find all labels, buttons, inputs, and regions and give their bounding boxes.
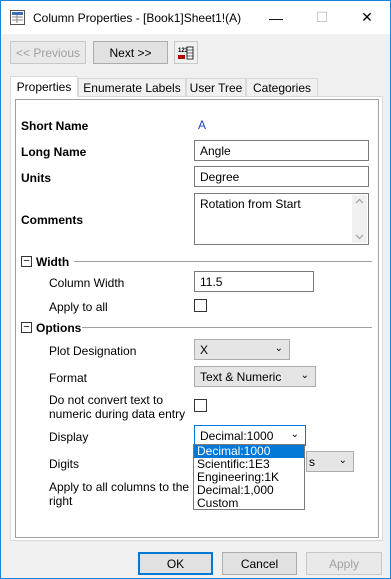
units-label: Units <box>21 171 51 185</box>
display-dropdown-list: Decimal:1000 Scientific:1E3 Engineering:… <box>193 444 305 510</box>
cancel-button[interactable]: Cancel <box>222 552 297 575</box>
window-title: Column Properties - [Book1]Sheet1!(A) <box>33 11 242 25</box>
plot-designation-select[interactable]: X ⌄ <box>194 339 290 360</box>
comments-scrollbar[interactable] <box>352 195 367 243</box>
no-convert-checkbox[interactable] <box>194 399 207 412</box>
tab-enumerate-labels[interactable]: Enumerate Labels <box>78 78 186 96</box>
comments-field[interactable]: Rotation from Start <box>194 193 369 245</box>
digits-label: Digits <box>49 457 80 471</box>
close-button[interactable]: ✕ <box>344 1 390 34</box>
format-label: Format <box>49 371 88 385</box>
chevron-down-icon: ⌄ <box>300 370 309 381</box>
apply-to-all-checkbox[interactable] <box>194 299 207 312</box>
no-convert-label-line2: numeric during data entry <box>49 407 186 421</box>
app-icon <box>10 10 25 25</box>
display-label: Display <box>49 430 89 444</box>
format-value: Text & Numeric <box>200 370 282 384</box>
short-name-label: Short Name <box>21 119 89 133</box>
units-field[interactable]: Degree <box>194 166 369 187</box>
apply-columns-label-line1: Apply to all columns to the <box>49 480 190 494</box>
apply-button[interactable]: Apply <box>306 552 382 575</box>
display-select[interactable]: Decimal:1000 ⌄ <box>194 425 306 446</box>
options-collapse-toggle[interactable]: − <box>21 322 32 333</box>
next-button[interactable]: Next >> <box>93 41 168 64</box>
options-section-divider <box>82 327 372 328</box>
tab-user-tree[interactable]: User Tree <box>186 78 246 96</box>
maximize-button[interactable]: ☐ <box>299 1 345 34</box>
width-section-divider <box>74 261 372 262</box>
tab-categories[interactable]: Categories <box>246 78 318 96</box>
long-name-field[interactable]: Angle <box>194 140 369 161</box>
scroll-arrows-icon <box>355 198 364 240</box>
format-select[interactable]: Text & Numeric ⌄ <box>194 366 316 387</box>
column-header-icon[interactable]: 123 <box>174 41 198 64</box>
plot-designation-value: X <box>200 343 209 357</box>
apply-to-all-label: Apply to all <box>49 300 108 314</box>
display-value: Decimal:1000 <box>200 429 274 443</box>
width-collapse-toggle[interactable]: − <box>21 256 32 267</box>
long-name-label: Long Name <box>21 145 87 159</box>
digits-select[interactable]: s ⌄ <box>306 451 354 472</box>
title-bar: Column Properties - [Book1]Sheet1!(A) — … <box>1 1 390 34</box>
minimize-button[interactable]: — <box>253 1 299 34</box>
column-header-glyph-icon: 123 <box>178 46 194 59</box>
column-width-field[interactable]: 11.5 <box>194 271 314 292</box>
display-option-custom[interactable]: Custom <box>194 497 304 510</box>
column-properties-dialog: Column Properties - [Book1]Sheet1!(A) — … <box>0 0 391 579</box>
comments-text: Rotation from Start <box>200 197 301 211</box>
chevron-down-icon: ⌄ <box>338 455 347 466</box>
tab-properties[interactable]: Properties <box>10 76 78 97</box>
options-section-title: Options <box>36 321 82 335</box>
comments-label: Comments <box>21 213 84 227</box>
column-width-label: Column Width <box>49 276 125 290</box>
no-convert-label-line1: Do not convert text to <box>49 393 164 407</box>
short-name-value: A <box>198 118 207 132</box>
previous-button[interactable]: << Previous <box>10 41 86 64</box>
ok-button[interactable]: OK <box>138 552 213 575</box>
plot-designation-label: Plot Designation <box>49 344 137 358</box>
apply-columns-label-line2: right <box>49 494 73 508</box>
chevron-down-icon: ⌄ <box>274 343 283 354</box>
digits-value-fragment: s <box>309 455 315 469</box>
chevron-down-icon: ⌄ <box>290 429 299 440</box>
width-section-title: Width <box>36 255 70 269</box>
